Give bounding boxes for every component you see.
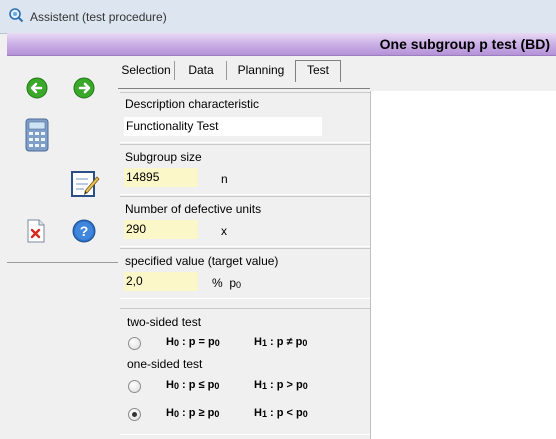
p-subscript: 0 [236, 280, 242, 290]
description-label: Description characteristic [125, 97, 260, 111]
radio-two-sided[interactable] [128, 337, 141, 350]
forward-arrow-icon[interactable] [73, 77, 95, 99]
specified-value-input[interactable]: 2,0 [124, 272, 198, 291]
p0-subscript: 0 [214, 409, 220, 419]
h1-one-sided-lower: H1 : p > p0 [254, 379, 308, 391]
h0-symbol: H [166, 336, 174, 348]
h1-subscript: 1 [261, 338, 267, 348]
back-arrow-icon[interactable] [26, 77, 48, 99]
defective-units-group: Number of defective units 290 x [120, 196, 370, 247]
h1-symbol: H [254, 336, 262, 348]
svg-text:?: ? [80, 223, 89, 239]
h1-relation: : p < p [270, 407, 303, 419]
h1-subscript: 1 [261, 381, 267, 391]
h1-one-sided-upper: H1 : p < p0 [254, 407, 308, 419]
tab-planning-label: Planning [237, 63, 285, 77]
specified-value-unit: % p0 [212, 276, 241, 290]
help-icon[interactable]: ? [72, 219, 96, 243]
h0-symbol: H [166, 407, 174, 419]
subgroup-size-group: Subgroup size 14895 n [120, 144, 370, 195]
toolbar-divider [7, 262, 118, 263]
h0-relation: : p ≥ p [182, 407, 215, 419]
test-type-group: two-sided test H0 : p = p0 H1 : p ≠ p0 o… [120, 308, 370, 435]
radio-one-sided-lower[interactable] [128, 380, 141, 393]
window-titlebar: Assistent (test procedure) [0, 0, 556, 34]
defective-units-label: Number of defective units [125, 202, 262, 216]
h0-one-sided-upper: H0 : p ≥ p0 [166, 407, 219, 419]
p0-subscript: 0 [302, 338, 308, 348]
left-toolbar: ? [7, 56, 118, 439]
h0-relation: : p ≤ p [182, 379, 215, 391]
subgroup-size-unit: n [221, 172, 228, 186]
h1-relation: : p > p [270, 379, 303, 391]
defective-units-unit: x [221, 224, 227, 238]
specified-value-group: specified value (target value) 2,0 % p0 [120, 248, 370, 299]
tab-strip: Selection Data Planning Test [118, 56, 556, 89]
percent-sign: % [212, 276, 223, 290]
tab-underline [118, 88, 370, 89]
p0-subscript: 0 [214, 338, 220, 348]
tab-selection-label: Selection [121, 63, 171, 77]
tab-test-label: Test [306, 63, 329, 77]
h0-one-sided-lower: H0 : p ≤ p0 [166, 379, 219, 391]
subgroup-size-input[interactable]: 14895 [124, 168, 198, 187]
tab-planning[interactable]: Planning [228, 61, 294, 80]
h1-two-sided: H1 : p ≠ p0 [254, 336, 307, 348]
h0-subscript: 0 [173, 381, 179, 391]
tab-selection[interactable]: Selection [118, 61, 175, 80]
h0-subscript: 0 [173, 409, 179, 419]
h1-subscript: 1 [261, 409, 267, 419]
h0-symbol: H [166, 379, 174, 391]
defective-units-input[interactable]: 290 [124, 220, 198, 239]
procedure-title: One subgroup p test (BD) [379, 36, 550, 52]
one-sided-label: one-sided test [127, 357, 203, 371]
h0-subscript: 0 [173, 338, 179, 348]
calculator-icon[interactable] [24, 118, 50, 152]
app-magnifier-icon [9, 8, 24, 23]
description-input[interactable]: Functionality Test [124, 117, 322, 136]
p0-subscript: 0 [302, 409, 308, 419]
tab-data[interactable]: Data [176, 61, 227, 80]
p0-subscript: 0 [302, 381, 308, 391]
description-group: Description characteristic Functionality… [120, 92, 370, 143]
h1-relation: : p ≠ p [270, 336, 303, 348]
result-pane [370, 91, 556, 439]
edit-form-icon[interactable] [71, 169, 101, 199]
radio-one-sided-upper[interactable] [128, 408, 141, 421]
two-sided-label: two-sided test [127, 315, 202, 329]
h0-relation: : p = p [182, 336, 215, 348]
p0-subscript: 0 [214, 381, 220, 391]
tab-test[interactable]: Test [295, 60, 341, 82]
procedure-header: One subgroup p test (BD) [7, 33, 556, 56]
h0-two-sided: H0 : p = p0 [166, 336, 220, 348]
subgroup-size-label: Subgroup size [125, 150, 202, 164]
specified-value-label: specified value (target value) [125, 254, 279, 268]
window-title: Assistent (test procedure) [30, 10, 167, 24]
delete-document-icon[interactable] [26, 219, 46, 243]
tab-data-label: Data [188, 63, 214, 77]
h1-symbol: H [254, 379, 262, 391]
h1-symbol: H [254, 407, 262, 419]
